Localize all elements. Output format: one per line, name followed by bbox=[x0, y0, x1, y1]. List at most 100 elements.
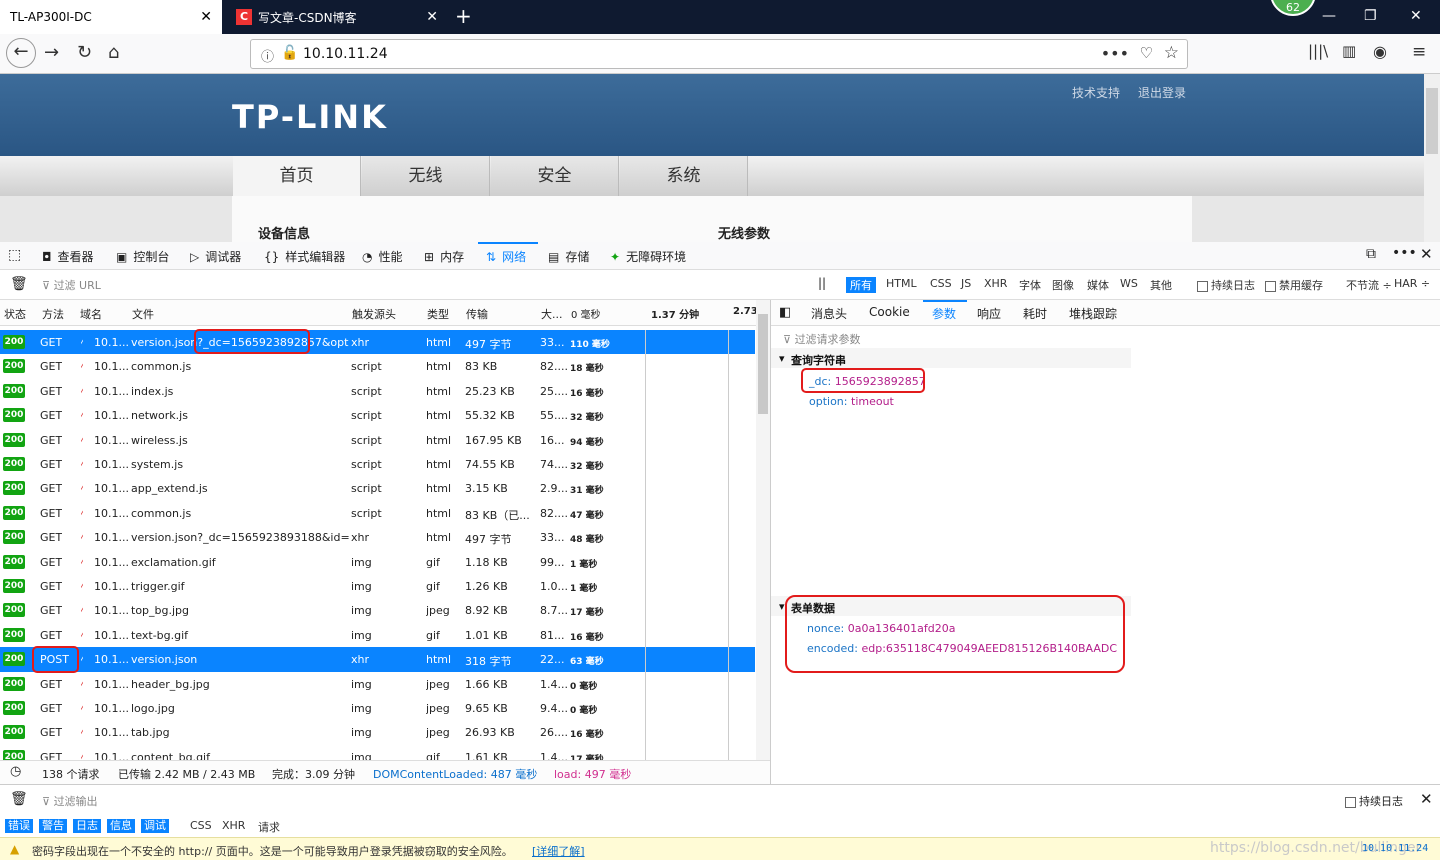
table-row[interactable]: 200 ⁄ GET 10.1... logo.jpg img jpeg 9.65 KB 9.4.… bbox=[0, 696, 755, 720]
logout-link[interactable]: 退出登录 bbox=[1138, 84, 1186, 101]
menu-security[interactable]: 安全 bbox=[491, 156, 619, 196]
checkbox[interactable] bbox=[1265, 280, 1276, 292]
menu-home[interactable]: 首页 bbox=[233, 156, 361, 196]
library-icon[interactable]: |||\ bbox=[1308, 42, 1328, 60]
more-options-icon[interactable]: ••• bbox=[1392, 245, 1417, 261]
table-row[interactable]: 200 ⁄ GET 10.1... text-bg.gif img gif 1.01 KB 81… bbox=[0, 623, 755, 647]
close-devtools-icon[interactable]: ✕ bbox=[1420, 245, 1433, 263]
tab-response[interactable]: 响应 bbox=[977, 305, 1001, 322]
tab-stack-trace[interactable]: 堆栈跟踪 bbox=[1069, 305, 1117, 322]
page-scrollbar[interactable] bbox=[1424, 74, 1440, 242]
reload-icon[interactable]: ↻ bbox=[77, 42, 92, 63]
tab-csdn[interactable]: C 写文章-CSDN博客 ✕ bbox=[226, 0, 448, 34]
picker-icon[interactable]: ⬚ bbox=[8, 247, 21, 263]
close-icon[interactable]: ✕ bbox=[200, 9, 212, 25]
close-window-button[interactable]: ✕ bbox=[1410, 8, 1422, 24]
scrollbar-thumb[interactable] bbox=[1426, 88, 1438, 154]
type-css[interactable]: CSS bbox=[930, 277, 952, 290]
type-xhr[interactable]: XHR bbox=[984, 277, 1007, 290]
table-row[interactable]: 200 ⁄ GET 10.1... network.js script html 55.32 … bbox=[0, 403, 755, 427]
level-warning[interactable]: 警告 bbox=[39, 819, 67, 833]
tab-network[interactable]: ⇅ 网络 bbox=[486, 248, 526, 265]
table-row[interactable]: 200 ⁄ GET 10.1... common.js script html 83 KB（已… bbox=[0, 501, 755, 525]
table-row[interactable]: 200 ⁄ GET 10.1... content_bg.gif img gif 1.61 K… bbox=[0, 745, 755, 760]
table-row[interactable]: 200 ⁄ GET 10.1... system.js script html 74.55 K… bbox=[0, 452, 755, 476]
menu-system[interactable]: 系统 bbox=[620, 156, 748, 196]
tab-accessibility[interactable]: ✦ 无障碍环境 bbox=[610, 248, 686, 265]
col-size[interactable]: 大... bbox=[541, 306, 563, 322]
type-image[interactable]: 图像 bbox=[1052, 277, 1074, 293]
scrollbar-thumb[interactable] bbox=[758, 314, 768, 414]
type-html[interactable]: HTML bbox=[886, 277, 917, 290]
tab-performance[interactable]: ◔ 性能 bbox=[362, 248, 403, 265]
filter-requests[interactable]: 请求 bbox=[258, 819, 280, 835]
level-info[interactable]: 信息 bbox=[107, 819, 135, 833]
level-debug[interactable]: 调试 bbox=[141, 819, 169, 833]
tab-storage[interactable]: ▤ 存储 bbox=[548, 248, 589, 265]
home-icon[interactable]: ⌂ bbox=[108, 42, 119, 63]
pocket-icon[interactable]: ♡ bbox=[1140, 44, 1153, 62]
maximize-button[interactable]: ❐ bbox=[1364, 8, 1377, 24]
col-type[interactable]: 类型 bbox=[427, 306, 449, 322]
table-row[interactable]: 200 ⁄ GET 10.1... trigger.gif img gif 1.26 KB 1.… bbox=[0, 574, 755, 598]
table-row[interactable]: 200 ⁄ GET 10.1... top_bg.jpg img jpeg 8.92 KB 8.… bbox=[0, 598, 755, 622]
menu-wireless[interactable]: 无线 bbox=[362, 156, 490, 196]
tab-console[interactable]: ▣ 控制台 bbox=[116, 248, 169, 265]
type-media[interactable]: 媒体 bbox=[1087, 277, 1109, 293]
tab-style-editor[interactable]: {} 样式编辑器 bbox=[264, 248, 345, 265]
tab-params[interactable]: 参数 bbox=[932, 305, 956, 322]
table-row[interactable]: 200 ⁄ GET 10.1... common.js script html 83 KB 82… bbox=[0, 354, 755, 378]
tab-headers[interactable]: 消息头 bbox=[811, 305, 847, 322]
console-filter-input[interactable]: ⊽ 过滤输出 bbox=[42, 793, 98, 809]
table-row[interactable]: 200 ⁄ GET 10.1... app_extend.js script html 3.1… bbox=[0, 476, 755, 500]
table-row[interactable]: 200 ⁄ GET 10.1... exclamation.gif img gif 1.18 … bbox=[0, 550, 755, 574]
close-console-icon[interactable]: ✕ bbox=[1420, 790, 1433, 808]
new-tab-button[interactable]: + bbox=[455, 4, 472, 28]
url-bar[interactable]: ⓘ 🔓 10.10.11.24 ••• ♡ ☆ bbox=[250, 39, 1188, 69]
trash-icon[interactable]: 🗑 bbox=[10, 791, 28, 807]
panel-toggle-icon[interactable]: ◧ bbox=[779, 305, 791, 320]
more-icon[interactable]: ••• bbox=[1101, 44, 1129, 63]
type-other[interactable]: 其他 bbox=[1150, 277, 1172, 293]
info-icon[interactable]: ⓘ bbox=[261, 46, 274, 65]
table-row[interactable]: 200 ⁄ GET 10.1... index.js script html 25.23 KB… bbox=[0, 379, 755, 403]
tab-inspector[interactable]: ◘ 查看器 bbox=[42, 248, 94, 265]
param-filter-input[interactable]: ⊽ 过滤请求参数 bbox=[783, 331, 861, 347]
console-persist-checkbox[interactable]: 持续日志 bbox=[1345, 793, 1403, 809]
tab-router[interactable]: TL-AP300I-DC ✕ bbox=[0, 0, 222, 34]
checkbox[interactable] bbox=[1345, 796, 1356, 808]
throttle-select[interactable]: 不节流 ÷ bbox=[1346, 277, 1392, 293]
filter-css[interactable]: CSS bbox=[190, 819, 212, 832]
col-timeline-0[interactable]: 0 毫秒 bbox=[571, 306, 601, 321]
close-icon[interactable]: ✕ bbox=[426, 9, 438, 25]
menu-icon[interactable]: ≡ bbox=[1412, 42, 1426, 62]
col-file[interactable]: 文件 bbox=[132, 306, 154, 322]
forward-icon[interactable]: → bbox=[44, 42, 59, 63]
level-error[interactable]: 错误 bbox=[5, 819, 33, 833]
query-param-option[interactable]: option: timeout bbox=[809, 395, 894, 408]
col-status[interactable]: 状态 bbox=[4, 306, 26, 322]
type-all[interactable]: 所有 bbox=[846, 277, 876, 293]
pause-icon[interactable]: || bbox=[818, 276, 826, 290]
table-row[interactable]: 200 ⁄ GET 10.1... version.json?_dc=156592389… bbox=[0, 525, 755, 549]
dock-icon[interactable]: ⧉ bbox=[1366, 246, 1376, 262]
col-method[interactable]: 方法 bbox=[42, 306, 64, 322]
type-ws[interactable]: WS bbox=[1120, 277, 1138, 290]
request-list-scrollbar[interactable] bbox=[756, 300, 770, 760]
type-js[interactable]: JS bbox=[961, 277, 971, 290]
tab-memory[interactable]: ⊞ 内存 bbox=[424, 248, 464, 265]
filter-xhr[interactable]: XHR bbox=[222, 819, 245, 832]
col-transfer[interactable]: 传输 bbox=[466, 306, 488, 322]
table-row[interactable]: 200 ⁄ GET 10.1... tab.jpg img jpeg 26.93 KB 26..… bbox=[0, 720, 755, 744]
disable-cache-checkbox[interactable]: 禁用缓存 bbox=[1265, 277, 1323, 293]
account-icon[interactable]: ◉ bbox=[1373, 42, 1387, 61]
type-font[interactable]: 字体 bbox=[1019, 277, 1041, 293]
query-group-header[interactable]: ▾ 查询字符串 bbox=[771, 348, 1131, 368]
bookmark-star-icon[interactable]: ☆ bbox=[1164, 43, 1179, 63]
tab-timings[interactable]: 耗时 bbox=[1023, 305, 1047, 322]
col-domain[interactable]: 域名 bbox=[80, 306, 102, 322]
source-host[interactable]: 10.10.11.24 bbox=[1362, 843, 1428, 854]
level-log[interactable]: 日志 bbox=[73, 819, 101, 833]
tab-debugger[interactable]: ▷ 调试器 bbox=[190, 248, 241, 265]
learn-more-link[interactable]: [详细了解] bbox=[532, 843, 585, 859]
